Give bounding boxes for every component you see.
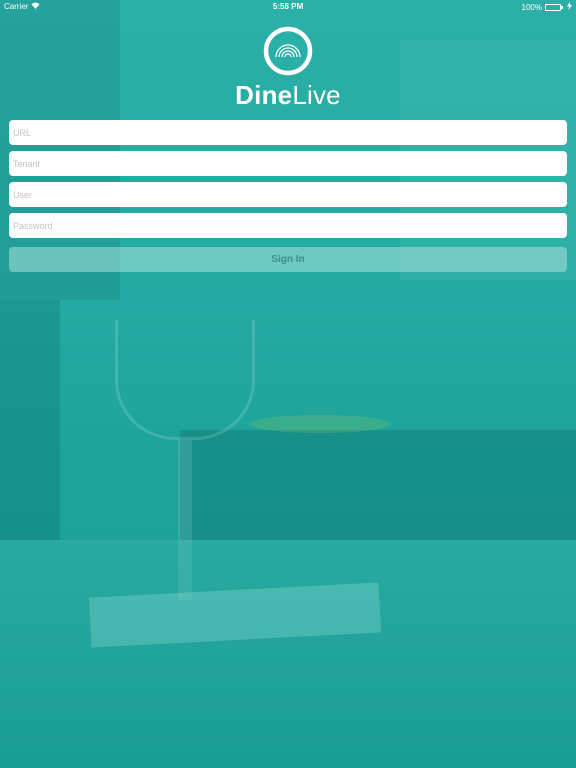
brand-name-bold: Dine [235, 80, 293, 110]
tenant-field[interactable] [9, 151, 567, 176]
login-form: Sign In [9, 120, 567, 272]
background-photo [0, 0, 576, 768]
clock: 5:58 PM [272, 2, 304, 11]
sign-in-button[interactable]: Sign In [9, 247, 567, 272]
user-field[interactable] [9, 182, 567, 207]
brand-wordmark: DineLive [235, 80, 341, 111]
brand-logo: DineLive [0, 26, 576, 111]
charging-icon [567, 2, 572, 12]
password-field[interactable] [9, 213, 567, 238]
url-field[interactable] [9, 120, 567, 145]
signal-dome-icon [263, 26, 313, 76]
status-bar: Carrier 5:58 PM 100% [0, 0, 576, 13]
battery-icon [545, 3, 563, 11]
battery-percent: 100% [521, 2, 542, 12]
brand-name-light: Live [292, 80, 341, 110]
